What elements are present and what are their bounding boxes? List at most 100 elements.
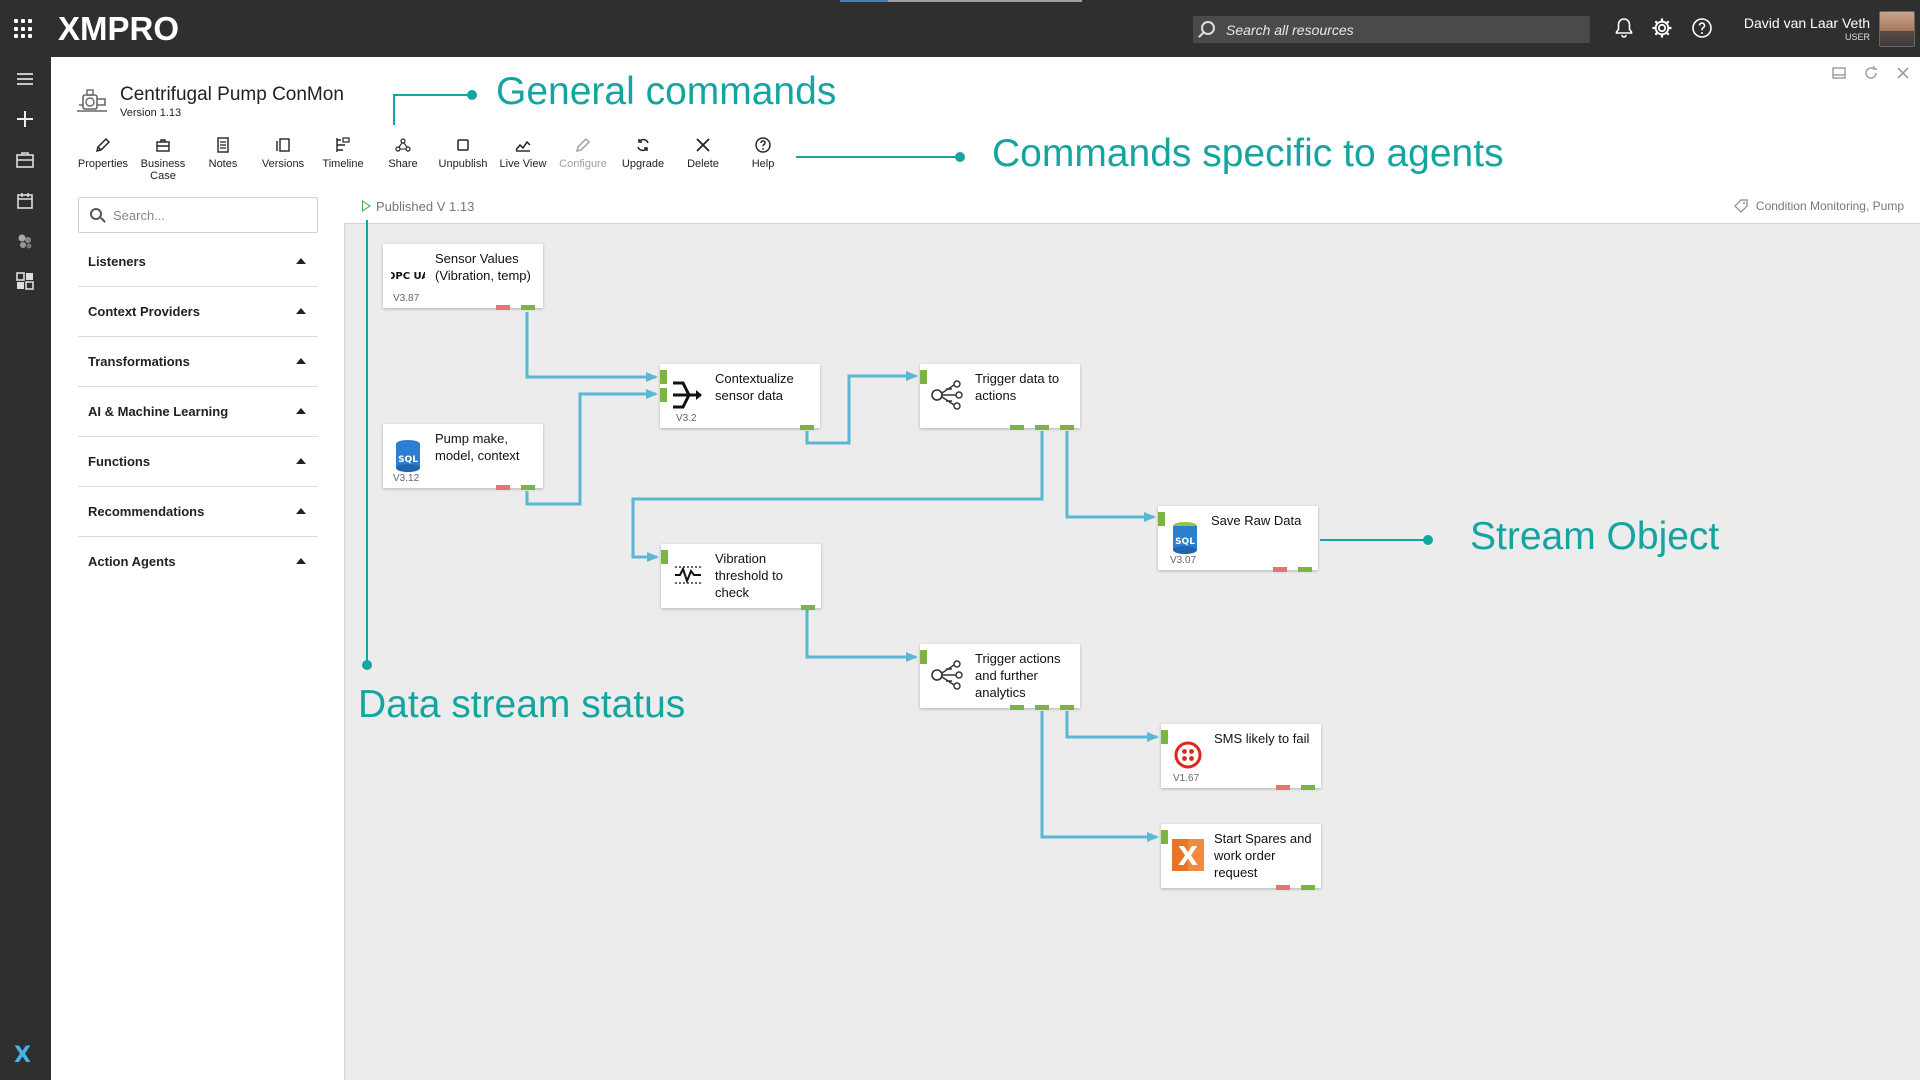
error-port[interactable]	[1276, 885, 1290, 890]
input-port[interactable]	[920, 370, 927, 384]
output-port[interactable]	[1010, 705, 1024, 710]
avatar[interactable]	[1879, 11, 1915, 47]
xmpro-logo[interactable]: XMPRO	[58, 10, 179, 48]
output-port[interactable]	[800, 425, 814, 430]
node-label: Pump make, model, context	[435, 431, 520, 463]
live-view-label: Live View	[499, 158, 547, 170]
output-port[interactable]	[1298, 567, 1312, 572]
sql-icon: SQL	[1173, 522, 1197, 554]
node-sms[interactable]: SMS likely to fail V1.67	[1161, 724, 1321, 790]
help-label: Help	[751, 158, 775, 170]
node-trigger-actions[interactable]: Trigger actions and further analytics	[920, 644, 1080, 710]
node-version: V3.2	[676, 413, 697, 424]
gear-icon[interactable]	[1650, 16, 1674, 40]
unpublish-button[interactable]: Unpublish	[434, 136, 492, 170]
minimize-icon[interactable]	[1830, 64, 1848, 82]
output-port[interactable]	[1010, 425, 1024, 430]
node-version: V3.07	[1170, 555, 1197, 566]
category-ai-machine-learning[interactable]: AI & Machine Learning	[78, 387, 318, 437]
node-save-raw-data[interactable]: SQL Save Raw Data V3.07	[1158, 506, 1318, 572]
node-contextualize[interactable]: Contextualize sensor data V3.2	[660, 364, 820, 430]
error-port[interactable]	[496, 485, 510, 490]
live-view-icon	[515, 140, 531, 152]
input-port[interactable]	[920, 650, 927, 664]
output-port[interactable]	[521, 305, 535, 310]
annotation-general-commands: General commands	[496, 70, 837, 113]
global-search-input[interactable]: Search all resources	[1193, 16, 1590, 43]
node-sensor-values[interactable]: OPC UA Sensor Values (Vibration, temp) V…	[383, 244, 543, 310]
node-label: Trigger data to actions	[975, 371, 1060, 403]
page-title: Centrifugal Pump ConMon	[120, 84, 344, 105]
input-port[interactable]	[1158, 512, 1165, 526]
help-button[interactable]: Help	[734, 136, 792, 170]
category-action-agents[interactable]: Action Agents	[78, 537, 318, 587]
timeline-button[interactable]: Timeline	[314, 136, 372, 170]
upgrade-button[interactable]: Upgrade	[614, 136, 672, 170]
annotation-data-stream-status: Data stream status	[358, 683, 686, 726]
versions-button[interactable]: Versions	[254, 136, 312, 170]
business-case-button[interactable]: Business Case	[134, 136, 192, 182]
input-port[interactable]	[1161, 730, 1168, 744]
join-icon	[673, 381, 702, 409]
share-button[interactable]: Share	[374, 136, 432, 170]
annotation-line-general	[393, 94, 470, 125]
calendar-icon[interactable]	[13, 189, 37, 213]
node-pump-make[interactable]: SQL Pump make, model, context V3.12	[383, 424, 543, 490]
notes-icon	[217, 137, 229, 153]
top-accent-bar	[840, 0, 888, 2]
briefcase-icon[interactable]	[13, 148, 37, 172]
output-port[interactable]	[1060, 705, 1074, 710]
output-port[interactable]	[1035, 425, 1049, 430]
node-vibration-threshold[interactable]: Vibration threshold to check	[661, 544, 821, 610]
output-port[interactable]	[801, 605, 815, 610]
input-port[interactable]	[1161, 830, 1168, 844]
agents-icon[interactable]	[13, 229, 37, 253]
menu-icon[interactable]	[13, 67, 37, 91]
output-port[interactable]	[1301, 885, 1315, 890]
apps-grid-icon[interactable]	[14, 19, 34, 39]
output-port[interactable]	[521, 485, 535, 490]
input-port[interactable]	[660, 370, 667, 384]
error-port[interactable]	[1273, 567, 1287, 572]
configure-pencil-icon	[575, 137, 591, 153]
category-functions[interactable]: Functions	[78, 437, 318, 487]
timeline-label: Timeline	[322, 158, 364, 170]
bell-icon[interactable]	[1612, 16, 1636, 40]
node-label: Trigger actions and further analytics	[975, 651, 1061, 700]
delete-button[interactable]: Delete	[674, 136, 732, 170]
close-icon[interactable]	[1894, 64, 1912, 82]
node-label: Contextualize sensor data	[715, 371, 794, 403]
error-port[interactable]	[496, 305, 510, 310]
live-view-button[interactable]: Live View	[494, 136, 552, 170]
configure-button[interactable]: Configure	[554, 136, 612, 170]
category-label: AI & Machine Learning	[88, 404, 229, 419]
sidebar-search-input[interactable]: Search...	[78, 197, 318, 233]
node-label: Vibration threshold to check	[715, 551, 783, 600]
stream-canvas[interactable]	[344, 188, 1920, 1080]
input-port[interactable]	[661, 550, 668, 564]
node-start-spares[interactable]: X Start Spares and work order request	[1161, 824, 1321, 890]
category-listeners[interactable]: Listeners	[78, 237, 318, 287]
category-transformations[interactable]: Transformations	[78, 337, 318, 387]
top-bar: XMPRO Search all resources David van Laa…	[0, 0, 1920, 57]
help-icon[interactable]	[1690, 16, 1714, 40]
user-name[interactable]: David van Laar Veth	[1744, 15, 1870, 31]
input-port[interactable]	[660, 388, 667, 402]
node-trigger-data[interactable]: Trigger data to actions	[920, 364, 1080, 430]
output-port[interactable]	[1035, 705, 1049, 710]
category-context-providers[interactable]: Context Providers	[78, 287, 318, 337]
notes-label: Notes	[208, 158, 238, 170]
category-recommendations[interactable]: Recommendations	[78, 487, 318, 537]
refresh-icon[interactable]	[1862, 64, 1880, 82]
properties-button[interactable]: Properties	[74, 136, 132, 170]
output-port[interactable]	[1301, 785, 1315, 790]
error-port[interactable]	[1276, 785, 1290, 790]
caret-up-icon	[296, 258, 306, 264]
broadcast-icon	[931, 660, 963, 690]
notes-button[interactable]: Notes	[194, 136, 252, 170]
top-accent-bar-secondary	[888, 0, 1082, 2]
output-port[interactable]	[1060, 425, 1074, 430]
plus-icon[interactable]	[13, 107, 37, 131]
dashboard-icon[interactable]	[13, 269, 37, 293]
xmpro-x-logo[interactable]: X	[14, 1043, 31, 1068]
